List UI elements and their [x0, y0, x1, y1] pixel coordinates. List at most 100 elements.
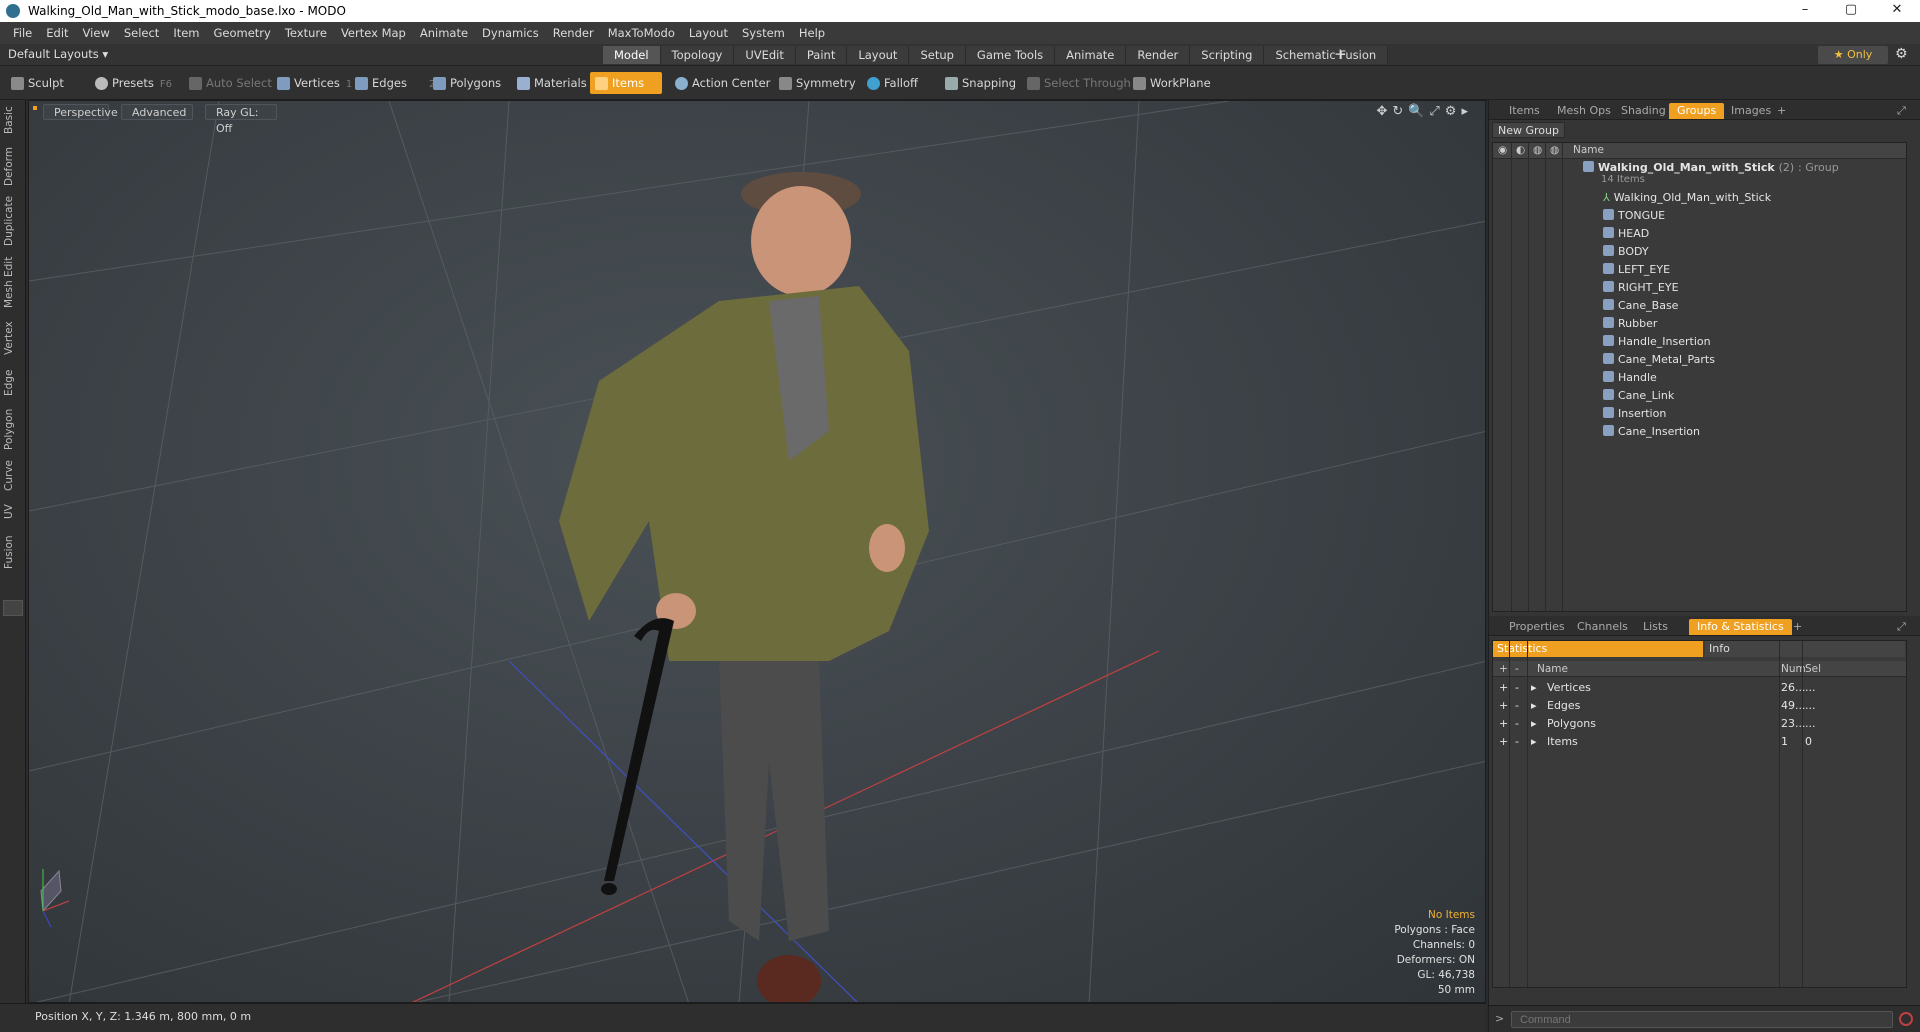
vertices-button[interactable]: Vertices 1	[272, 72, 358, 94]
maximize-button[interactable]: ▢	[1828, 0, 1874, 22]
polygons-button[interactable]: Polygons	[428, 72, 507, 94]
statistics-tab[interactable]: Statistics	[1493, 641, 1703, 657]
list-item[interactable]: HEAD	[1493, 225, 1906, 243]
layout-tab-render[interactable]: Render	[1126, 46, 1191, 64]
list-item[interactable]: Insertion	[1493, 405, 1906, 423]
menu-layout[interactable]: Layout	[682, 26, 735, 40]
menu-maxtomodo[interactable]: MaxToModo	[601, 26, 682, 40]
remove-icon[interactable]: -	[1515, 661, 1519, 677]
menu-vertex-map[interactable]: Vertex Map	[334, 26, 413, 40]
3d-viewport[interactable]: Perspective Advanced Ray GL: Off ✥↻🔍⤢⚙▸ …	[28, 100, 1486, 1003]
select-through-button[interactable]: Select Through	[1022, 72, 1137, 94]
menu-select[interactable]: Select	[117, 26, 166, 40]
menu-render[interactable]: Render	[546, 26, 601, 40]
layout-tab-uvedit[interactable]: UVEdit	[734, 46, 796, 64]
tab-groups[interactable]: Groups	[1669, 103, 1725, 119]
list-item[interactable]: BODY	[1493, 243, 1906, 261]
layout-tab-schematic-fusion[interactable]: Schematic Fusion	[1264, 46, 1389, 64]
workplane-button[interactable]: WorkPlane	[1128, 72, 1217, 94]
menu-item[interactable]: Item	[166, 26, 206, 40]
tab-polygon[interactable]: Polygon	[3, 406, 23, 452]
presets-button[interactable]: Presets F6	[90, 72, 178, 94]
layout-tab-scripting[interactable]: Scripting	[1190, 46, 1265, 64]
layout-tab-setup[interactable]: Setup	[909, 46, 966, 64]
expand-arrow-icon[interactable]: ▸	[1531, 733, 1537, 751]
list-item[interactable]: Handle	[1493, 369, 1906, 387]
menu-help[interactable]: Help	[792, 26, 832, 40]
tab-fusion[interactable]: Fusion	[3, 532, 23, 572]
list-item[interactable]: TONGUE	[1493, 207, 1906, 225]
tab-info-statistics[interactable]: Info & Statistics	[1689, 619, 1792, 635]
expand-panel-icon[interactable]: ⤢	[1889, 619, 1914, 635]
list-item[interactable]: ⅄ Walking_Old_Man_with_Stick	[1493, 189, 1906, 207]
materials-button[interactable]: Materials	[512, 72, 593, 94]
tab-mesh-edit[interactable]: Mesh Edit	[3, 256, 23, 308]
table-row[interactable]: + - ▸ Items 1 0	[1493, 733, 1906, 751]
action-center-button[interactable]: Action Center	[670, 72, 776, 94]
tab-properties[interactable]: Properties	[1501, 619, 1573, 635]
gear-icon[interactable]: ⚙	[1895, 46, 1908, 62]
tab-items[interactable]: Items	[1501, 103, 1548, 119]
tab-shading[interactable]: Shading	[1613, 103, 1674, 119]
add-layout-tab-button[interactable]: +	[1334, 45, 1347, 63]
close-button[interactable]: ✕	[1874, 0, 1920, 22]
menu-system[interactable]: System	[735, 26, 792, 40]
select-icon[interactable]: ◍	[1550, 144, 1559, 156]
list-item[interactable]: Handle_Insertion	[1493, 333, 1906, 351]
add-tab-button[interactable]: +	[1769, 103, 1794, 119]
advanced-button[interactable]: Advanced	[121, 104, 193, 120]
list-item[interactable]: LEFT_EYE	[1493, 261, 1906, 279]
layout-tab-model[interactable]: Model	[603, 46, 661, 64]
expand-arrow-icon[interactable]: ▸	[1531, 679, 1537, 697]
tab-edge[interactable]: Edge	[3, 366, 23, 400]
tab-vertex[interactable]: Vertex	[3, 318, 23, 358]
table-row[interactable]: + - ▸ Edges 49......	[1493, 697, 1906, 715]
expand-arrow-icon[interactable]: ▸	[1531, 715, 1537, 733]
tab-lists[interactable]: Lists	[1635, 619, 1676, 635]
menu-texture[interactable]: Texture	[278, 26, 334, 40]
falloff-button[interactable]: Falloff	[862, 72, 924, 94]
menu-animate[interactable]: Animate	[413, 26, 475, 40]
raygl-button[interactable]: Ray GL: Off	[205, 104, 277, 135]
render-icon[interactable]: ◐	[1516, 144, 1525, 156]
tab-uv[interactable]: UV	[3, 500, 23, 524]
menu-view[interactable]: View	[76, 26, 117, 40]
minimize-button[interactable]: –	[1782, 0, 1828, 22]
only-toggle[interactable]: ★ Only	[1818, 46, 1888, 64]
viewport-nav-icons[interactable]: ✥↻🔍⤢⚙▸	[1376, 104, 1473, 119]
add-icon[interactable]: +	[1499, 661, 1508, 677]
items-button[interactable]: Items	[590, 72, 662, 94]
eye-icon[interactable]: ◉	[1498, 144, 1507, 156]
new-group-button[interactable]: New Group	[1492, 122, 1565, 138]
tab-basic[interactable]: Basic	[3, 104, 23, 136]
add-tab-button[interactable]: +	[1785, 619, 1810, 635]
tab-curve[interactable]: Curve	[3, 458, 23, 494]
tab-duplicate[interactable]: Duplicate	[3, 196, 23, 246]
expand-panel-icon[interactable]: ⤢	[1889, 103, 1914, 119]
list-item[interactable]: Cane_Insertion	[1493, 423, 1906, 441]
tab-channels[interactable]: Channels	[1569, 619, 1636, 635]
menu-edit[interactable]: Edit	[39, 26, 75, 40]
list-item[interactable]: Rubber	[1493, 315, 1906, 333]
layout-tab-topology[interactable]: Topology	[660, 46, 735, 64]
menu-geometry[interactable]: Geometry	[207, 26, 278, 40]
lock-icon[interactable]: ◍	[1533, 144, 1542, 156]
viewport-menu-icon[interactable]	[33, 106, 37, 110]
perspective-button[interactable]: Perspective	[43, 104, 118, 120]
layout-tab-layout[interactable]: Layout	[847, 46, 910, 64]
list-item[interactable]: Cane_Link	[1493, 387, 1906, 405]
layout-tab-animate[interactable]: Animate	[1055, 46, 1127, 64]
layout-tab-game-tools[interactable]: Game Tools	[965, 46, 1056, 64]
auto-select-button[interactable]: Auto Select	[184, 72, 278, 94]
panel-toggle-button[interactable]	[3, 600, 23, 616]
menu-file[interactable]: File	[6, 26, 39, 40]
list-item[interactable]: Cane_Metal_Parts	[1493, 351, 1906, 369]
menu-dynamics[interactable]: Dynamics	[475, 26, 546, 40]
sculpt-button[interactable]: Sculpt	[6, 72, 70, 94]
table-row[interactable]: + - ▸ Vertices 26......	[1493, 679, 1906, 697]
symmetry-button[interactable]: Symmetry	[774, 72, 862, 94]
list-item[interactable]: Cane_Base	[1493, 297, 1906, 315]
default-layouts-dropdown[interactable]: Default Layouts ▾	[8, 47, 108, 61]
record-icon[interactable]	[1899, 1012, 1913, 1026]
list-item[interactable]: RIGHT_EYE	[1493, 279, 1906, 297]
